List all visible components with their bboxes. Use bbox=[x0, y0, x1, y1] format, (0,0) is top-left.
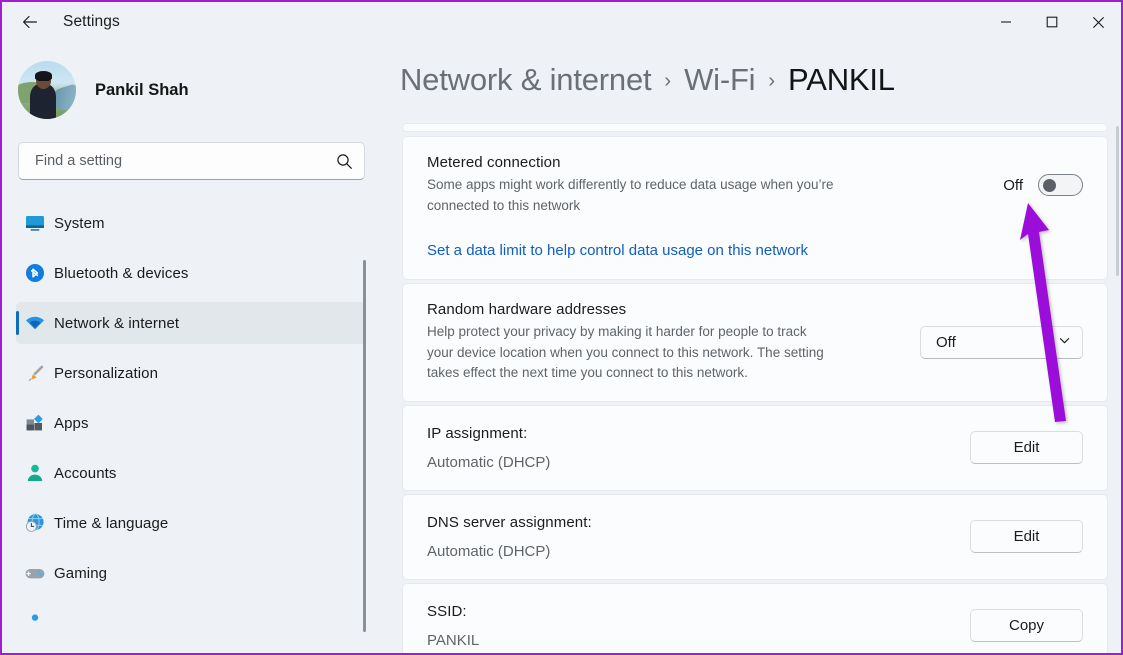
breadcrumb-item-current: PANKIL bbox=[788, 62, 895, 98]
random-hardware-description: Help protect your privacy by making it h… bbox=[427, 322, 832, 384]
gamepad-icon bbox=[16, 562, 54, 584]
sidebar-item-next-partial[interactable] bbox=[16, 602, 366, 644]
metered-connection-card: Metered connection Some apps might work … bbox=[402, 136, 1108, 280]
data-limit-link[interactable]: Set a data limit to help control data us… bbox=[427, 242, 808, 259]
random-hardware-addresses-card: Random hardware addresses Help protect y… bbox=[402, 283, 1108, 402]
window-controls bbox=[983, 2, 1121, 42]
metered-connection-toggle[interactable] bbox=[1038, 174, 1083, 196]
close-button[interactable] bbox=[1075, 2, 1121, 42]
wifi-icon bbox=[16, 312, 54, 334]
breadcrumb-separator-icon: › bbox=[664, 70, 671, 93]
ip-assignment-title: IP assignment: bbox=[427, 425, 954, 442]
sidebar-item-accounts[interactable]: Accounts bbox=[16, 452, 366, 494]
metered-connection-title: Metered connection bbox=[427, 154, 987, 171]
title-bar: Settings bbox=[2, 2, 1121, 42]
ssid-card: SSID: PANKIL Copy bbox=[402, 583, 1108, 655]
card-above-partial bbox=[402, 123, 1108, 132]
metered-connection-toggle-state: Off bbox=[1003, 177, 1023, 194]
dns-assignment-card: DNS server assignment: Automatic (DHCP) … bbox=[402, 494, 1108, 580]
sidebar: Pankil Shah System bbox=[2, 42, 384, 655]
sidebar-scrollbar[interactable] bbox=[363, 260, 366, 632]
ssid-title: SSID: bbox=[427, 603, 954, 620]
ssid-copy-button[interactable]: Copy bbox=[970, 609, 1083, 642]
sidebar-item-system[interactable]: System bbox=[16, 202, 366, 244]
sidebar-item-label: System bbox=[54, 215, 105, 232]
random-hardware-dropdown[interactable]: Off bbox=[920, 326, 1083, 359]
metered-connection-description: Some apps might work differently to redu… bbox=[427, 175, 857, 216]
sidebar-item-label: Personalization bbox=[54, 365, 158, 382]
bluetooth-icon bbox=[16, 262, 54, 284]
paintbrush-icon bbox=[16, 362, 54, 384]
random-hardware-dropdown-value: Off bbox=[936, 334, 956, 351]
content-area: Network & internet › Wi-Fi › PANKIL Mete… bbox=[384, 42, 1121, 655]
system-monitor-icon bbox=[16, 212, 54, 234]
sidebar-item-label: Time & language bbox=[54, 515, 168, 532]
metered-connection-toggle-group: Off bbox=[1003, 174, 1083, 196]
sidebar-item-label: Bluetooth & devices bbox=[54, 265, 188, 282]
dns-assignment-value: Automatic (DHCP) bbox=[427, 543, 954, 560]
maximize-button[interactable] bbox=[1029, 2, 1075, 42]
sidebar-item-time-language[interactable]: Time & language bbox=[16, 502, 366, 544]
settings-card-list: Metered connection Some apps might work … bbox=[402, 123, 1108, 655]
avatar bbox=[18, 61, 76, 119]
sidebar-item-network-internet[interactable]: Network & internet bbox=[16, 302, 366, 344]
back-button[interactable] bbox=[10, 7, 50, 37]
breadcrumb-separator-icon: › bbox=[768, 70, 775, 93]
search-input[interactable] bbox=[19, 153, 324, 169]
sidebar-item-label: Accounts bbox=[54, 465, 117, 482]
accessibility-icon bbox=[16, 612, 54, 634]
content-scrollbar[interactable] bbox=[1116, 126, 1119, 276]
sidebar-item-gaming[interactable]: Gaming bbox=[16, 552, 366, 594]
ip-assignment-edit-button[interactable]: Edit bbox=[970, 431, 1083, 464]
breadcrumb-item-network[interactable]: Network & internet bbox=[400, 62, 651, 98]
maximize-icon bbox=[1046, 16, 1058, 28]
sidebar-item-label: Network & internet bbox=[54, 315, 179, 332]
profile-section[interactable]: Pankil Shah bbox=[18, 61, 384, 119]
sidebar-item-apps[interactable]: Apps bbox=[16, 402, 366, 444]
breadcrumb-item-wifi[interactable]: Wi-Fi bbox=[684, 62, 755, 98]
profile-name: Pankil Shah bbox=[95, 81, 189, 100]
toggle-knob bbox=[1043, 179, 1056, 192]
dns-assignment-edit-button[interactable]: Edit bbox=[970, 520, 1083, 553]
breadcrumb: Network & internet › Wi-Fi › PANKIL bbox=[400, 62, 1121, 98]
minimize-button[interactable] bbox=[983, 2, 1029, 42]
dns-assignment-title: DNS server assignment: bbox=[427, 514, 954, 531]
app-title: Settings bbox=[63, 13, 120, 31]
sidebar-item-label: Apps bbox=[54, 415, 89, 432]
settings-window: Settings bbox=[0, 0, 1123, 655]
random-hardware-title: Random hardware addresses bbox=[427, 301, 904, 318]
close-icon bbox=[1092, 16, 1105, 29]
sidebar-item-personalization[interactable]: Personalization bbox=[16, 352, 366, 394]
clock-globe-icon bbox=[16, 512, 54, 534]
minimize-icon bbox=[1000, 16, 1012, 28]
chevron-down-icon bbox=[1058, 334, 1071, 351]
sidebar-item-label: Gaming bbox=[54, 565, 107, 582]
sidebar-item-bluetooth-devices[interactable]: Bluetooth & devices bbox=[16, 252, 366, 294]
ip-assignment-card: IP assignment: Automatic (DHCP) Edit bbox=[402, 405, 1108, 491]
search-icon bbox=[324, 153, 364, 170]
person-icon bbox=[16, 462, 54, 484]
navigation-list: System Bluetooth & devices bbox=[2, 202, 384, 655]
back-arrow-icon bbox=[21, 13, 39, 31]
search-box[interactable] bbox=[18, 142, 365, 180]
ip-assignment-value: Automatic (DHCP) bbox=[427, 454, 954, 471]
apps-grid-icon bbox=[16, 412, 54, 434]
ssid-value: PANKIL bbox=[427, 632, 954, 649]
